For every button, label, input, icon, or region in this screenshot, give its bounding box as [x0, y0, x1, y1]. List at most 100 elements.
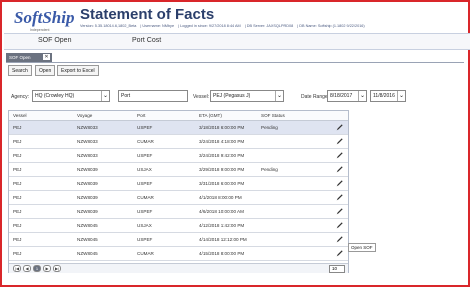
prev-page-button[interactable]: ◀ — [23, 265, 31, 272]
edit-pencil-icon[interactable] — [335, 165, 344, 174]
open-button[interactable]: Open — [35, 65, 56, 76]
cell-vessel: PEJ — [13, 209, 22, 214]
cell-eta: 3/31/2018 6:00:00 PM — [199, 181, 245, 186]
first-page-button[interactable]: |◀ — [13, 265, 21, 272]
cell-voyage: NZW8033 — [77, 125, 98, 130]
vessel-value: PEJ (Pegasus J) — [213, 93, 251, 99]
cell-voyage: NZW8045 — [77, 251, 98, 256]
sof-grid: Vessel Voyage Port ETA (GMT) SOF Status … — [8, 110, 376, 273]
edit-pencil-icon[interactable] — [335, 179, 344, 188]
cell-eta: 3/24/2018 4:18:00 PM — [199, 139, 245, 144]
logo-subtitle: Independent — [30, 28, 50, 32]
cell-voyage: NZW8045 — [77, 223, 98, 228]
username-text: Username: NMbye — [142, 24, 175, 28]
agency-label: Agency: — [11, 94, 30, 100]
cell-port: CUMAR — [137, 251, 154, 256]
table-row[interactable]: PEJ NZW8045 CUMAR 4/15/2018 8:00:00 PM — [9, 247, 348, 261]
cell-port: USPEF — [137, 237, 153, 242]
grid-header: Vessel Voyage Port ETA (GMT) SOF Status — [9, 111, 348, 121]
search-button[interactable]: Search — [8, 65, 32, 76]
cell-eta: 3/29/2018 9:00:00 PM — [199, 167, 245, 172]
next-page-button[interactable]: ▶ — [43, 265, 51, 272]
column-header-port[interactable]: Port — [137, 113, 145, 118]
date-to-value: 11/8/2016 — [373, 93, 395, 99]
edit-pencil-icon[interactable] — [335, 151, 344, 160]
page-number[interactable]: 1 — [33, 265, 41, 272]
table-row[interactable]: PEJ NZW8039 USJAX 3/29/2018 9:00:00 PM Pendi… — [9, 163, 348, 177]
session-info: Version: 5.35.18014.6,1802_Beta | Usernam… — [80, 24, 365, 28]
close-icon[interactable]: ✕ — [43, 54, 50, 60]
edit-pencil-icon[interactable] — [335, 207, 344, 216]
logo-text: SoftShip — [14, 8, 75, 27]
grid-pager: |◀ ◀ 1 ▶ ▶| 10 — [9, 263, 348, 273]
edit-pencil-icon[interactable] — [335, 249, 344, 258]
table-row[interactable]: PEJ NZW8039 CUMAR 4/1/2018 8:00:00 PM — [9, 191, 348, 205]
tab-sof-open[interactable]: SOF Open — [38, 37, 71, 44]
column-header-eta[interactable]: ETA (GMT) — [199, 113, 222, 118]
agency-value: HQ (Crowley HQ) — [35, 93, 75, 99]
cell-vessel: PEJ — [13, 181, 22, 186]
cell-vessel: PEJ — [13, 237, 22, 242]
db-server-text: DB Server: JAXSQLPRD08 — [246, 24, 294, 28]
tab-port-cost[interactable]: Port Cost — [132, 37, 161, 44]
column-header-sof-status[interactable]: SOF Status — [261, 113, 285, 118]
cell-eta: 3/24/2018 9:42:00 PM — [199, 153, 245, 158]
edit-pencil-icon[interactable] — [335, 221, 344, 230]
cell-port: CUMAR — [137, 139, 154, 144]
cell-port: USPEF — [137, 181, 153, 186]
cell-port: USJAX — [137, 223, 152, 228]
edit-pencil-icon[interactable] — [335, 193, 344, 202]
column-header-vessel[interactable]: Vessel — [13, 113, 27, 118]
table-row[interactable]: PEJ NZW8045 USPEF 4/14/2018 12:12:00 PM — [9, 233, 348, 247]
cell-port: USJAX — [137, 167, 152, 172]
db-name-text: DB Name: Softship (1.1802 9/22/2016) — [299, 24, 365, 28]
cell-eta: 4/15/2018 8:00:00 PM — [199, 251, 245, 256]
table-row[interactable]: PEJ NZW8039 USPEF 4/6/2018 10:00:00 AM — [9, 205, 348, 219]
cell-sof-status: Pending — [261, 167, 278, 172]
date-range-label: Date Range: — [301, 94, 330, 100]
table-row[interactable]: PEJ NZW8045 USJAX 4/12/2018 1:42:00 PM — [9, 219, 348, 233]
agency-select[interactable]: HQ (Crowley HQ) ⌄ — [32, 90, 110, 102]
edit-pencil-icon[interactable] — [335, 137, 344, 146]
edit-pencil-icon[interactable] — [335, 235, 344, 244]
edit-pencil-icon[interactable] — [335, 123, 344, 132]
chevron-down-icon[interactable]: ⌄ — [101, 91, 109, 101]
last-page-button[interactable]: ▶| — [53, 265, 61, 272]
cell-vessel: PEJ — [13, 167, 22, 172]
date-from-value: 8/18/2017 — [330, 93, 353, 99]
window-tab-label: SOF Open — [9, 55, 31, 60]
cell-voyage: NZW8039 — [77, 181, 98, 186]
cell-vessel: PEJ — [13, 125, 22, 130]
page-title: Statement of Facts — [80, 6, 215, 23]
date-to-picker[interactable]: 11/8/2016 ⌄ — [370, 90, 406, 102]
table-row[interactable]: PEJ NZW8039 USPEF 3/31/2018 6:00:00 PM — [9, 177, 348, 191]
cell-port: CUMAR — [137, 195, 154, 200]
cell-eta: 4/12/2018 1:42:00 PM — [199, 223, 245, 228]
softship-logo: SoftShip Independent — [8, 6, 75, 34]
chevron-down-icon[interactable]: ⌄ — [397, 91, 405, 101]
cell-port: USPEF — [137, 209, 153, 214]
divider — [6, 62, 464, 63]
cell-eta: 4/1/2018 8:00:00 PM — [199, 195, 242, 200]
column-header-voyage[interactable]: Voyage — [77, 113, 92, 118]
logged-in-text: Logged in since: 9/27/2018 8:44 AM — [180, 24, 241, 28]
table-row[interactable]: PEJ NZW8033 CUMAR 3/24/2018 4:18:00 PM — [9, 135, 348, 149]
cell-eta: 4/6/2018 10:00:00 AM — [199, 209, 244, 214]
vessel-select[interactable]: PEJ (Pegasus J) ⌄ — [210, 90, 284, 102]
cell-voyage: NZW8033 — [77, 139, 98, 144]
cell-sof-status: Pending — [261, 125, 278, 130]
cell-vessel: PEJ — [13, 223, 22, 228]
window-tab-sof-open[interactable]: SOF Open ✕ — [6, 53, 52, 62]
cell-vessel: PEJ — [13, 139, 22, 144]
main-tab-bar: SOF Open Port Cost — [4, 33, 470, 50]
chevron-down-icon[interactable]: ⌄ — [358, 91, 366, 101]
chevron-down-icon[interactable]: ⌄ — [275, 91, 283, 101]
page-size-select[interactable]: 10 — [329, 265, 345, 273]
cell-eta: 3/18/2018 6:00:00 PM — [199, 125, 245, 130]
date-from-picker[interactable]: 8/18/2017 ⌄ — [327, 90, 367, 102]
export-excel-button[interactable]: Export to Excel — [57, 65, 99, 76]
port-input[interactable]: Port — [118, 90, 188, 102]
table-row[interactable]: PEJ NZW8033 USPEF 3/18/2018 6:00:00 PM Pendi… — [9, 121, 348, 135]
table-row[interactable]: PEJ NZW8033 USPEF 3/24/2018 9:42:00 PM — [9, 149, 348, 163]
app-window: SoftShip Independent Statement of Facts … — [0, 0, 470, 287]
